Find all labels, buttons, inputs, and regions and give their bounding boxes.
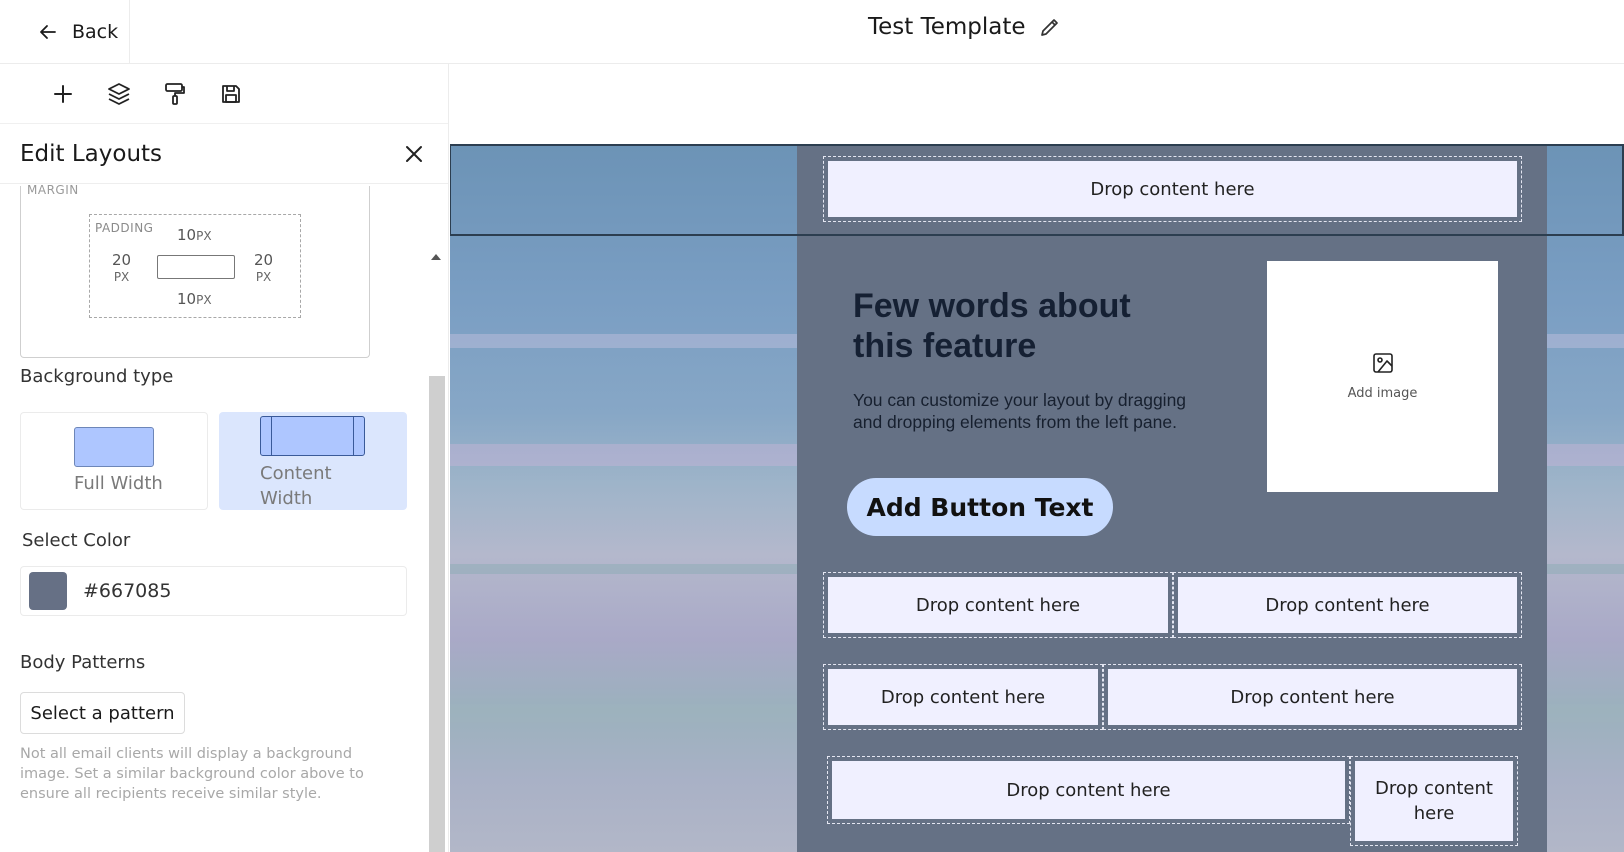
padding-label: PADDING xyxy=(95,221,154,235)
save-icon[interactable] xyxy=(218,81,244,107)
back-label: Back xyxy=(72,21,119,43)
image-placeholder[interactable]: Add image xyxy=(1267,261,1498,492)
paint-roller-icon[interactable] xyxy=(162,81,188,107)
drop-zone[interactable]: Drop content here xyxy=(1103,664,1522,730)
margin-box: MARGIN PADDING 10PX 20 PX 20 PX 10PX xyxy=(20,183,370,358)
add-icon[interactable] xyxy=(50,81,76,107)
margin-label: MARGIN xyxy=(27,183,79,197)
drop-zone[interactable]: Drop content here xyxy=(827,756,1350,824)
content-width-option[interactable]: Content Width xyxy=(219,412,407,510)
arrow-left-icon xyxy=(40,25,56,39)
panel-title: Edit Layouts xyxy=(20,140,163,167)
add-image-label: Add image xyxy=(1347,386,1418,401)
background-type-label: Background type xyxy=(20,366,174,387)
padding-box: PADDING 10PX 20 PX 20 PX 10PX xyxy=(89,214,301,318)
pencil-icon[interactable] xyxy=(1038,15,1062,39)
select-color-label: Select Color xyxy=(22,530,131,551)
padding-right[interactable]: 20 PX xyxy=(254,252,273,285)
padding-bottom[interactable]: 10PX xyxy=(177,291,212,308)
headline[interactable]: Few words about this feature xyxy=(853,286,1193,366)
back-button[interactable]: Back xyxy=(0,0,130,64)
padding-left-unit: PX xyxy=(113,270,130,284)
close-icon[interactable] xyxy=(404,144,424,164)
full-width-label: Full Width xyxy=(74,473,163,494)
panel-scrollbar[interactable] xyxy=(429,376,445,852)
body-text[interactable]: You can customize your layout by draggin… xyxy=(853,389,1203,433)
editor-toolbar xyxy=(0,64,448,124)
selected-row-outline[interactable] xyxy=(450,144,1624,236)
drop-zone-label: Drop content here xyxy=(1178,577,1517,633)
padding-bottom-unit: PX xyxy=(196,293,212,307)
drop-zone-label: Drop content here xyxy=(828,669,1098,725)
drop-zone[interactable]: Drop content here xyxy=(1350,756,1518,846)
color-value[interactable]: #667085 xyxy=(83,580,171,602)
content-width-label: Content Width xyxy=(260,463,332,509)
canvas-background: Drop content here Few words about this f… xyxy=(450,144,1624,852)
pattern-hint: Not all email clients will display a bac… xyxy=(20,746,364,802)
content-box xyxy=(157,255,235,279)
body-patterns-label: Body Patterns xyxy=(20,652,146,673)
content-column: Drop content here Few words about this f… xyxy=(797,144,1547,852)
full-width-preview xyxy=(74,427,154,467)
template-name: Test Template xyxy=(868,14,1026,40)
layers-icon[interactable] xyxy=(106,81,132,107)
padding-right-value: 20 xyxy=(254,251,274,269)
top-bar: Back Test Template xyxy=(0,0,1624,64)
select-pattern-button[interactable]: Select a pattern xyxy=(20,692,185,734)
email-canvas: Drop content here Few words about this f… xyxy=(450,64,1624,852)
image-icon xyxy=(1372,353,1393,373)
color-swatch[interactable] xyxy=(29,572,67,610)
padding-bottom-value: 10 xyxy=(177,290,197,308)
drop-zone-label: Drop content here xyxy=(1108,669,1517,725)
padding-left[interactable]: 20 PX xyxy=(112,252,131,285)
drop-zone-label: Drop content here xyxy=(1355,761,1513,841)
padding-top[interactable]: 10PX xyxy=(177,227,212,244)
padding-right-unit: PX xyxy=(255,270,272,284)
content-width-preview xyxy=(260,416,365,456)
scroll-up-arrow[interactable] xyxy=(431,254,441,260)
padding-top-unit: PX xyxy=(196,229,212,243)
drop-zone-label: Drop content here xyxy=(832,761,1345,819)
padding-top-value: 10 xyxy=(177,226,197,244)
drop-zone[interactable]: Drop content here xyxy=(823,572,1173,638)
drop-zone[interactable]: Drop content here xyxy=(823,664,1103,730)
drop-zone-label: Drop content here xyxy=(828,577,1168,633)
drop-zone[interactable]: Drop content here xyxy=(1173,572,1522,638)
panel-header: Edit Layouts xyxy=(0,124,448,184)
padding-left-value: 20 xyxy=(112,251,132,269)
cta-button[interactable]: Add Button Text xyxy=(847,478,1113,536)
full-width-option[interactable]: Full Width xyxy=(20,412,208,510)
left-panel: Edit Layouts MARGIN PADDING 10PX 20 PX 20… xyxy=(0,64,449,852)
color-field[interactable]: #667085 xyxy=(20,566,407,616)
template-title: Test Template xyxy=(868,14,1062,40)
